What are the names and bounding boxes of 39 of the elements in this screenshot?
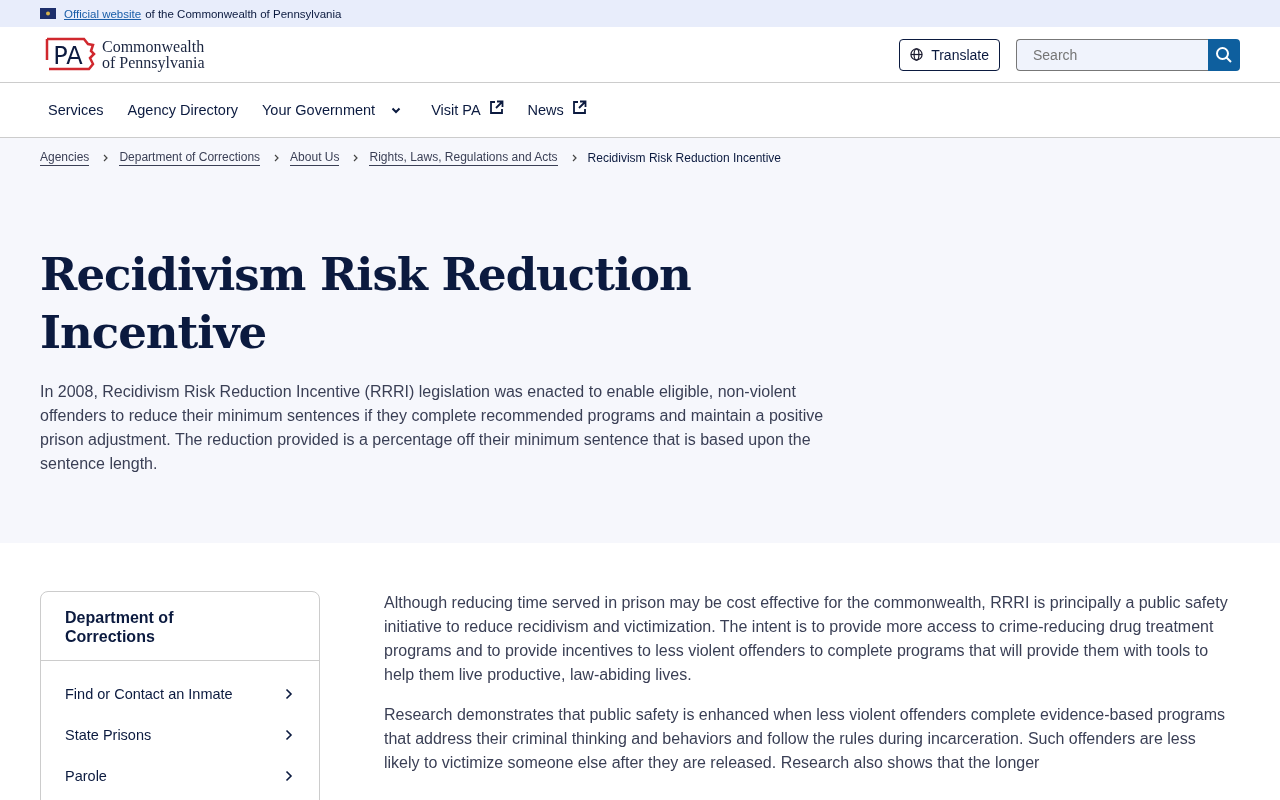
body-paragraph: Although reducing time served in prison may be cost effective for the commonwealth, RRRI is principally a public safety initiative to reduce recidivism and victimization. The intent is to provide more access to crime-reducing drug treatment programs and to provide incentives to less violent offenders to complete programs that will provide them with tools to help them live productive, law-abiding lives. (384, 593, 1229, 685)
breadcrumb-link[interactable]: About Us (290, 150, 340, 166)
official-website-link[interactable]: Official website (64, 7, 142, 20)
chevron-right-icon (285, 728, 293, 741)
search-icon (1215, 45, 1233, 64)
nav-link[interactable]: Visit PA (431, 102, 504, 118)
side-nav-title: Department of Corrections (65, 608, 175, 646)
breadcrumb-link[interactable]: Department of Corrections (119, 150, 261, 166)
page-title: Recidivism Risk Reduction Incentive (40, 247, 692, 361)
globe-icon (910, 48, 924, 61)
nav-link[interactable]: Services (48, 102, 104, 118)
translate-button[interactable]: Translate (899, 38, 1000, 71)
chevron-down-icon (391, 106, 402, 114)
side-nav-item[interactable]: Parole (65, 755, 295, 796)
flag-icon (40, 8, 56, 19)
chevron-right-icon (274, 154, 281, 162)
side-nav-item[interactable]: State Prisons (65, 714, 295, 755)
body-paragraph: Research demonstrates that public safety is enhanced when less violent offenders complete evidence-based programs that address their criminal thinking and behaviors and follow the rules during incarceration. Such offenders are less likely to victimize someone else after they are released. Research also shows that the longer (384, 705, 1227, 773)
breadcrumb-link[interactable]: Agencies (40, 150, 90, 166)
chevron-right-icon (353, 154, 360, 162)
search-button[interactable] (1208, 38, 1240, 71)
chevron-right-icon (571, 154, 578, 162)
breadcrumb-link[interactable]: Rights, Laws, Regulations and Acts (369, 150, 558, 166)
logo-text: of Pennsylvania (102, 54, 205, 71)
chevron-right-icon (285, 769, 293, 782)
pa-logo[interactable]: PA (44, 35, 96, 74)
chevron-right-icon (285, 687, 293, 700)
nav-link[interactable]: Your Government (262, 102, 408, 118)
breadcrumb-current: Recidivism Risk Reduction Incentive (587, 150, 781, 166)
nav-link[interactable]: Agency Directory (127, 102, 238, 118)
search-field[interactable]: Search (1016, 38, 1208, 71)
logo-text: Commonwealth (102, 38, 205, 55)
chevron-right-icon (103, 154, 110, 162)
external-link-icon (571, 99, 587, 115)
side-nav-item[interactable]: Find or Contact an Inmate (65, 673, 295, 714)
external-link-icon (488, 99, 504, 115)
nav-link[interactable]: News (527, 102, 587, 118)
intro-paragraph: In 2008, Recidivism Risk Reduction Incentive (RRRI) legislation was enacted to enable eligible, non-violent offenders to reduce their minimum sentences if they complete recommended programs and maintain a positive prison adjustment. The reduction provided is a percentage off their minimum sentence that is based upon the sentence length. (40, 382, 825, 474)
official-text: of the Commonwealth of Pennsylvania (145, 7, 342, 20)
